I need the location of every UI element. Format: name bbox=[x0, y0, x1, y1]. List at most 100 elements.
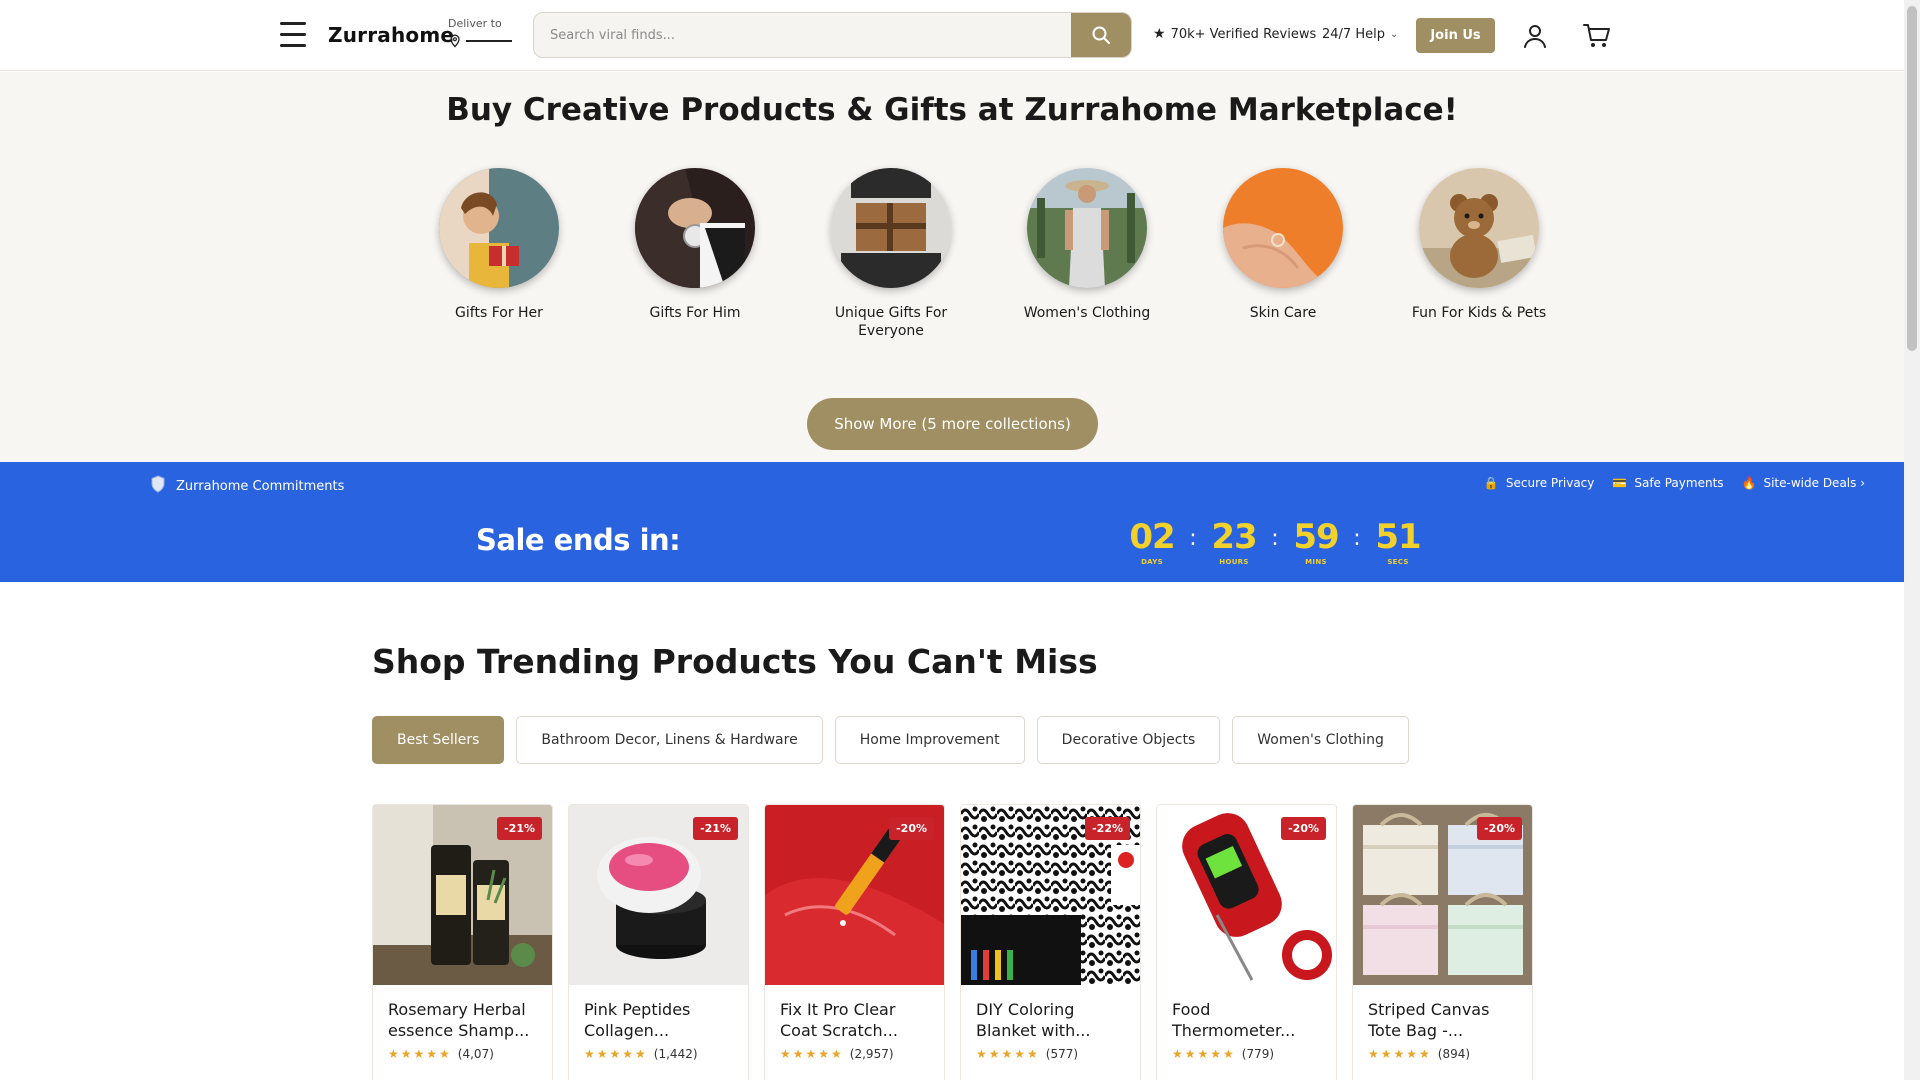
product-card[interactable]: -20% Food Thermometer... ★★★★★ (779) bbox=[1156, 804, 1337, 1080]
collection-womens-clothing[interactable]: Women's Clothing bbox=[989, 168, 1185, 340]
collections-row: Gifts For Her Gifts For Him Unique Gifts… bbox=[401, 168, 1577, 340]
hours-value: 23 bbox=[1211, 517, 1257, 557]
discount-badge: -21% bbox=[497, 817, 542, 840]
tab-womens-clothing[interactable]: Women's Clothing bbox=[1232, 716, 1409, 764]
tab-home-improvement[interactable]: Home Improvement bbox=[834, 716, 1025, 764]
product-rating: ★★★★★ (1,442) bbox=[569, 1043, 748, 1061]
search-input[interactable] bbox=[534, 13, 1072, 57]
mins-value: 59 bbox=[1293, 517, 1339, 557]
star-rating-icon: ★★★★★ bbox=[780, 1047, 844, 1061]
site-wide-deals-label: Site-wide Deals › bbox=[1763, 476, 1865, 490]
product-card[interactable]: -20% Fix It Pro Clear Coat Scratch... ★★… bbox=[764, 804, 945, 1080]
tab-decorative-objects[interactable]: Decorative Objects bbox=[1036, 716, 1221, 764]
timer-mins: 59 MINS bbox=[1290, 518, 1342, 566]
timer-days: 02 DAYS bbox=[1126, 518, 1178, 566]
star-rating-icon: ★★★★★ bbox=[1368, 1047, 1432, 1061]
product-rating: ★★★★★ (577) bbox=[961, 1043, 1140, 1061]
days-value: 02 bbox=[1129, 517, 1175, 557]
safe-payments-label: Safe Payments bbox=[1634, 476, 1724, 490]
collection-unique-gifts[interactable]: Unique Gifts For Everyone bbox=[793, 168, 989, 340]
tab-best-sellers[interactable]: Best Sellers bbox=[372, 716, 505, 764]
user-account-icon[interactable] bbox=[1522, 23, 1548, 49]
review-count: (894) bbox=[1437, 1047, 1471, 1061]
chevron-down-icon: ⌄ bbox=[1389, 29, 1399, 40]
tab-bathroom-decor[interactable]: Bathroom Decor, Linens & Hardware bbox=[516, 716, 823, 764]
star-rating-icon: ★★★★★ bbox=[584, 1047, 648, 1061]
collection-kids-pets[interactable]: Fun For Kids & Pets bbox=[1381, 168, 1577, 340]
collection-image bbox=[831, 168, 951, 288]
collection-image bbox=[1223, 168, 1343, 288]
countdown-banner bbox=[0, 505, 1905, 582]
collection-label: Fun For Kids & Pets bbox=[1411, 305, 1547, 321]
search-button[interactable] bbox=[1071, 13, 1131, 57]
review-count: (4,07) bbox=[457, 1047, 494, 1061]
review-count: (779) bbox=[1241, 1047, 1275, 1061]
page-scrollbar[interactable] bbox=[1904, 0, 1920, 1080]
hamburger-menu-icon[interactable] bbox=[280, 22, 306, 48]
review-count: (577) bbox=[1045, 1047, 1079, 1061]
commitments-link[interactable]: Zurrahome Commitments bbox=[150, 475, 344, 497]
safe-payments-link[interactable]: 💳 Safe Payments bbox=[1612, 476, 1723, 490]
site-wide-deals-link[interactable]: 🔥 Site-wide Deals › bbox=[1742, 476, 1865, 490]
collection-skin-care[interactable]: Skin Care bbox=[1185, 168, 1381, 340]
scrollbar-thumb[interactable] bbox=[1907, 6, 1917, 351]
search-icon bbox=[1092, 26, 1110, 44]
help-label: 24/7 Help bbox=[1322, 27, 1385, 42]
commitments-items: 🔒 Secure Privacy 💳 Safe Payments 🔥 Site-… bbox=[1466, 476, 1865, 490]
location-pin-icon bbox=[450, 34, 460, 48]
collection-label: Women's Clothing bbox=[1023, 305, 1151, 321]
product-rating: ★★★★★ (4,07) bbox=[373, 1043, 552, 1061]
secure-privacy-label: Secure Privacy bbox=[1505, 476, 1595, 490]
secs-label: SECS bbox=[1387, 558, 1409, 566]
days-label: DAYS bbox=[1141, 558, 1163, 566]
timer-separator: : bbox=[1189, 526, 1197, 551]
collection-gifts-for-him[interactable]: Gifts For Him bbox=[597, 168, 793, 340]
search-bar bbox=[533, 12, 1132, 58]
deliver-location-placeholder bbox=[466, 40, 512, 42]
collection-image bbox=[439, 168, 559, 288]
collection-label: Unique Gifts For Everyone bbox=[834, 305, 948, 339]
product-card[interactable]: -20% Striped Canvas Tote Bag -... ★★★★★ … bbox=[1352, 804, 1533, 1080]
collection-label: Skin Care bbox=[1249, 305, 1317, 321]
product-name: Pink Peptides Collagen... bbox=[584, 1000, 691, 1040]
product-grid: -21% Rosemary Herbal essence Shamp... ★★… bbox=[372, 804, 1548, 1080]
timer-separator: : bbox=[1353, 526, 1361, 551]
discount-badge: -20% bbox=[889, 817, 934, 840]
commitments-bar: Zurrahome Commitments 🔒 Secure Privacy 💳… bbox=[0, 462, 1905, 505]
product-name: DIY Coloring Blanket with... bbox=[976, 1000, 1091, 1040]
site-logo[interactable]: Zurrahome bbox=[328, 23, 454, 47]
credit-card-icon: 💳 bbox=[1612, 476, 1628, 490]
section-title: Shop Trending Products You Can't Miss bbox=[372, 642, 1098, 681]
secs-value: 51 bbox=[1375, 517, 1421, 557]
cart-icon[interactable] bbox=[1582, 22, 1612, 50]
product-image: -20% bbox=[1353, 805, 1532, 985]
help-dropdown[interactable]: 24/7 Help ⌄ bbox=[1322, 27, 1398, 42]
discount-badge: -20% bbox=[1477, 817, 1522, 840]
product-card[interactable]: -21% Rosemary Herbal essence Shamp... ★★… bbox=[372, 804, 553, 1080]
timer-hours: 23 HOURS bbox=[1208, 518, 1260, 566]
product-image: -21% bbox=[569, 805, 748, 985]
discount-badge: -22% bbox=[1085, 817, 1130, 840]
product-name: Striped Canvas Tote Bag -... bbox=[1368, 1000, 1490, 1040]
review-count: (1,442) bbox=[653, 1047, 698, 1061]
join-us-button[interactable]: Join Us bbox=[1416, 18, 1495, 53]
shield-icon bbox=[150, 475, 166, 497]
timer-secs: 51 SECS bbox=[1372, 518, 1424, 566]
mins-label: MINS bbox=[1305, 558, 1327, 566]
product-rating: ★★★★★ (894) bbox=[1353, 1043, 1532, 1061]
product-card[interactable]: -22% DIY Coloring Blanket with... ★★★★★ … bbox=[960, 804, 1141, 1080]
product-card[interactable]: -21% Pink Peptides Collagen... ★★★★★ (1,… bbox=[568, 804, 749, 1080]
star-icon: ★ bbox=[1153, 26, 1166, 42]
secure-privacy-link[interactable]: 🔒 Secure Privacy bbox=[1484, 476, 1594, 490]
hours-label: HOURS bbox=[1219, 558, 1249, 566]
deliver-label: Deliver to bbox=[448, 17, 502, 30]
lock-icon: 🔒 bbox=[1483, 476, 1499, 490]
collection-gifts-for-her[interactable]: Gifts For Her bbox=[401, 168, 597, 340]
collection-label: Gifts For Her bbox=[455, 305, 543, 321]
deliver-to[interactable]: Deliver to bbox=[448, 17, 512, 48]
sale-ends-label: Sale ends in: bbox=[476, 523, 681, 557]
verified-reviews[interactable]: ★ 70k+ Verified Reviews bbox=[1153, 26, 1316, 42]
show-more-button[interactable]: Show More (5 more collections) bbox=[807, 398, 1098, 450]
timer-separator: : bbox=[1271, 526, 1279, 551]
product-image: -20% bbox=[1157, 805, 1336, 985]
